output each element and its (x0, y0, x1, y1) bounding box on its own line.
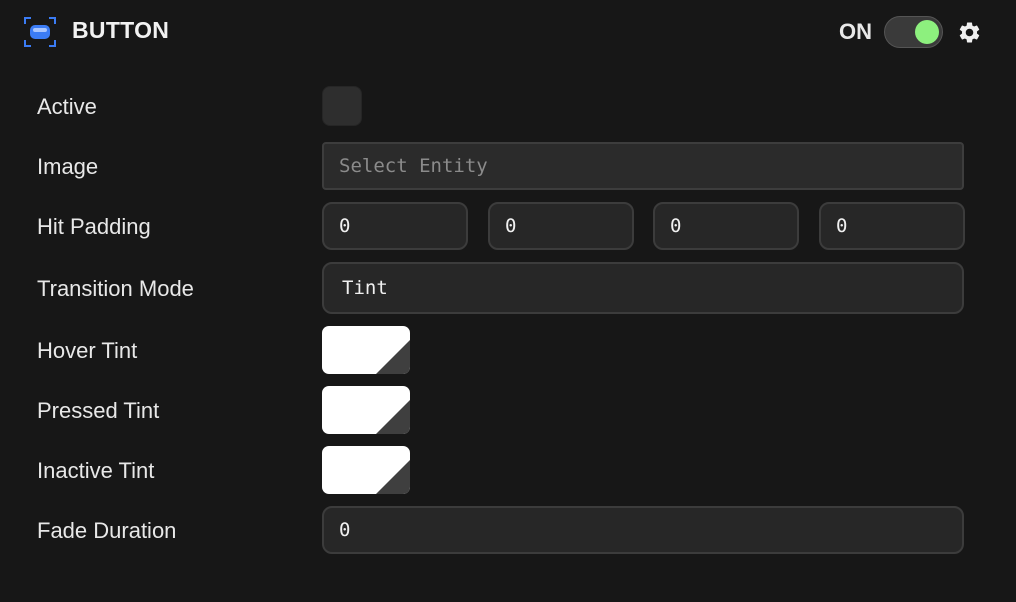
image-entity-select[interactable]: Select Entity (322, 142, 964, 190)
hit-padding-bottom-input[interactable]: 0 (488, 202, 634, 250)
gear-icon[interactable] (957, 20, 982, 45)
hover-tint-color-swatch[interactable] (322, 326, 410, 374)
image-entity-placeholder: Select Entity (339, 155, 488, 177)
transition-mode-select[interactable]: Tint (322, 262, 964, 314)
hit-padding-left-input[interactable]: 0 (322, 202, 468, 250)
active-checkbox[interactable] (322, 86, 362, 126)
hover-tint-label: Hover Tint (37, 338, 138, 363)
hit-padding-right-input[interactable]: 0 (653, 202, 799, 250)
pressed-tint-color-swatch[interactable] (322, 386, 410, 434)
image-label: Image (37, 154, 99, 179)
transition-mode-label: Transition Mode (37, 276, 194, 301)
component-title: BUTTON (72, 17, 170, 43)
toggle-knob[interactable] (915, 20, 939, 44)
fade-duration-label: Fade Duration (37, 518, 177, 543)
transition-mode-value: Tint (342, 277, 388, 299)
hit-padding-top-input[interactable]: 0 (819, 202, 965, 250)
button-component-icon (24, 17, 56, 47)
alpha-corner-indicator (376, 340, 410, 374)
alpha-corner-indicator (376, 460, 410, 494)
active-label: Active (37, 94, 97, 119)
inactive-tint-color-swatch[interactable] (322, 446, 410, 494)
fade-duration-input[interactable]: 0 (322, 506, 964, 554)
inactive-tint-label: Inactive Tint (37, 458, 155, 483)
hit-padding-label: Hit Padding (37, 214, 151, 239)
component-header: BUTTON ON (0, 0, 1016, 64)
enabled-toggle[interactable] (884, 16, 943, 48)
pressed-tint-label: Pressed Tint (37, 398, 160, 423)
enabled-label: ON (839, 19, 872, 44)
alpha-corner-indicator (376, 400, 410, 434)
